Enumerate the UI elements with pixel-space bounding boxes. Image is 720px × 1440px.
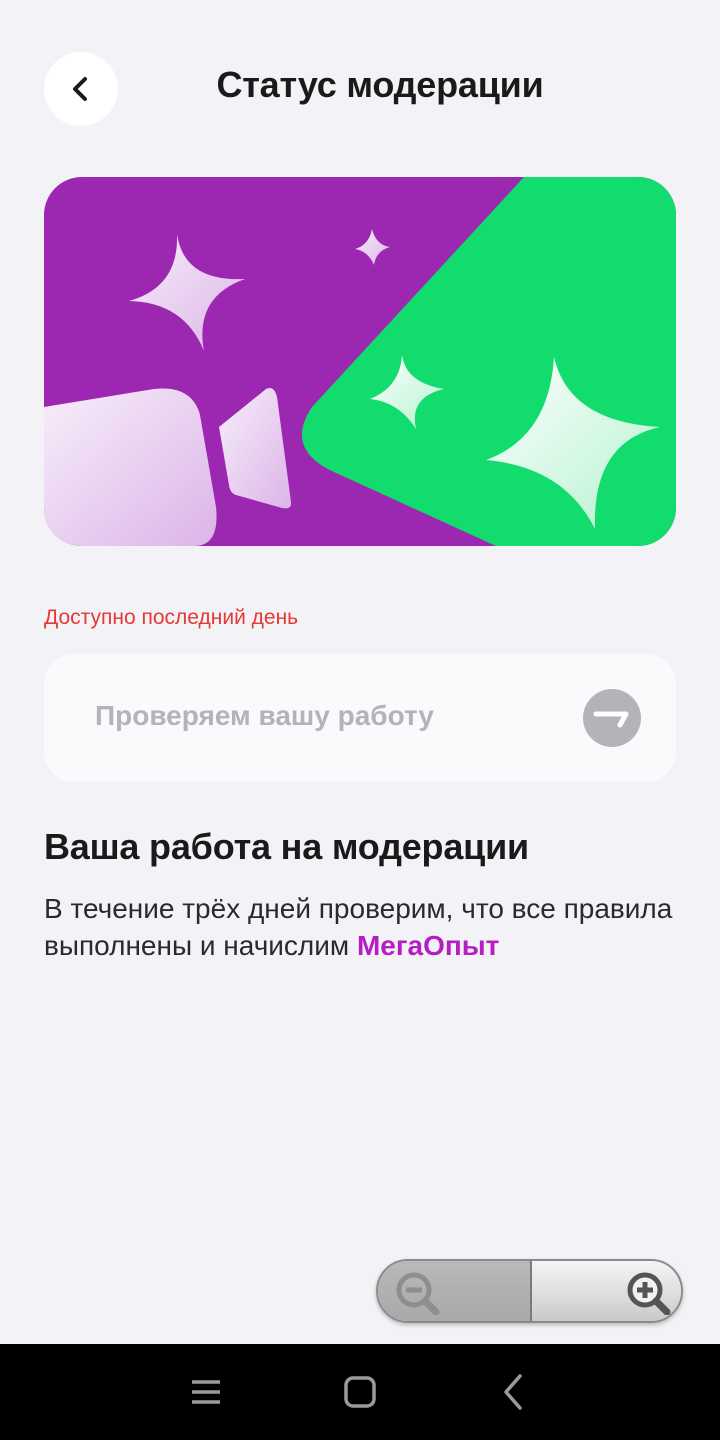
chevron-left-icon [73, 77, 87, 101]
promo-banner [44, 177, 676, 546]
tile-large-shape [44, 388, 217, 546]
info-title: Ваша работа на модерации [44, 826, 529, 867]
zoom-in-icon [627, 1272, 671, 1315]
back-icon[interactable] [492, 1370, 536, 1414]
megaopyt-accent: МегаОпыт [356, 930, 500, 961]
clock-icon [583, 689, 641, 747]
moderation-status-card: Проверяем вашу работу [44, 654, 676, 782]
zoom-in-button[interactable] [532, 1261, 681, 1321]
page-title: Статус модерации [216, 64, 544, 105]
deadline-label: Доступно последний день [44, 606, 299, 629]
zoom-out-icon [396, 1272, 440, 1315]
status-text: Проверяем вашу работу [95, 700, 434, 731]
header: Статус модерации [0, 0, 720, 176]
system-navbar [0, 1344, 720, 1440]
zoom-control [376, 1259, 683, 1323]
home-icon[interactable] [338, 1370, 382, 1414]
zoom-out-button[interactable] [378, 1261, 532, 1321]
menu-icon[interactable] [184, 1370, 228, 1414]
info-body: В течение трёх дней проверим, что все пр… [44, 890, 684, 964]
back-button[interactable] [44, 52, 118, 126]
